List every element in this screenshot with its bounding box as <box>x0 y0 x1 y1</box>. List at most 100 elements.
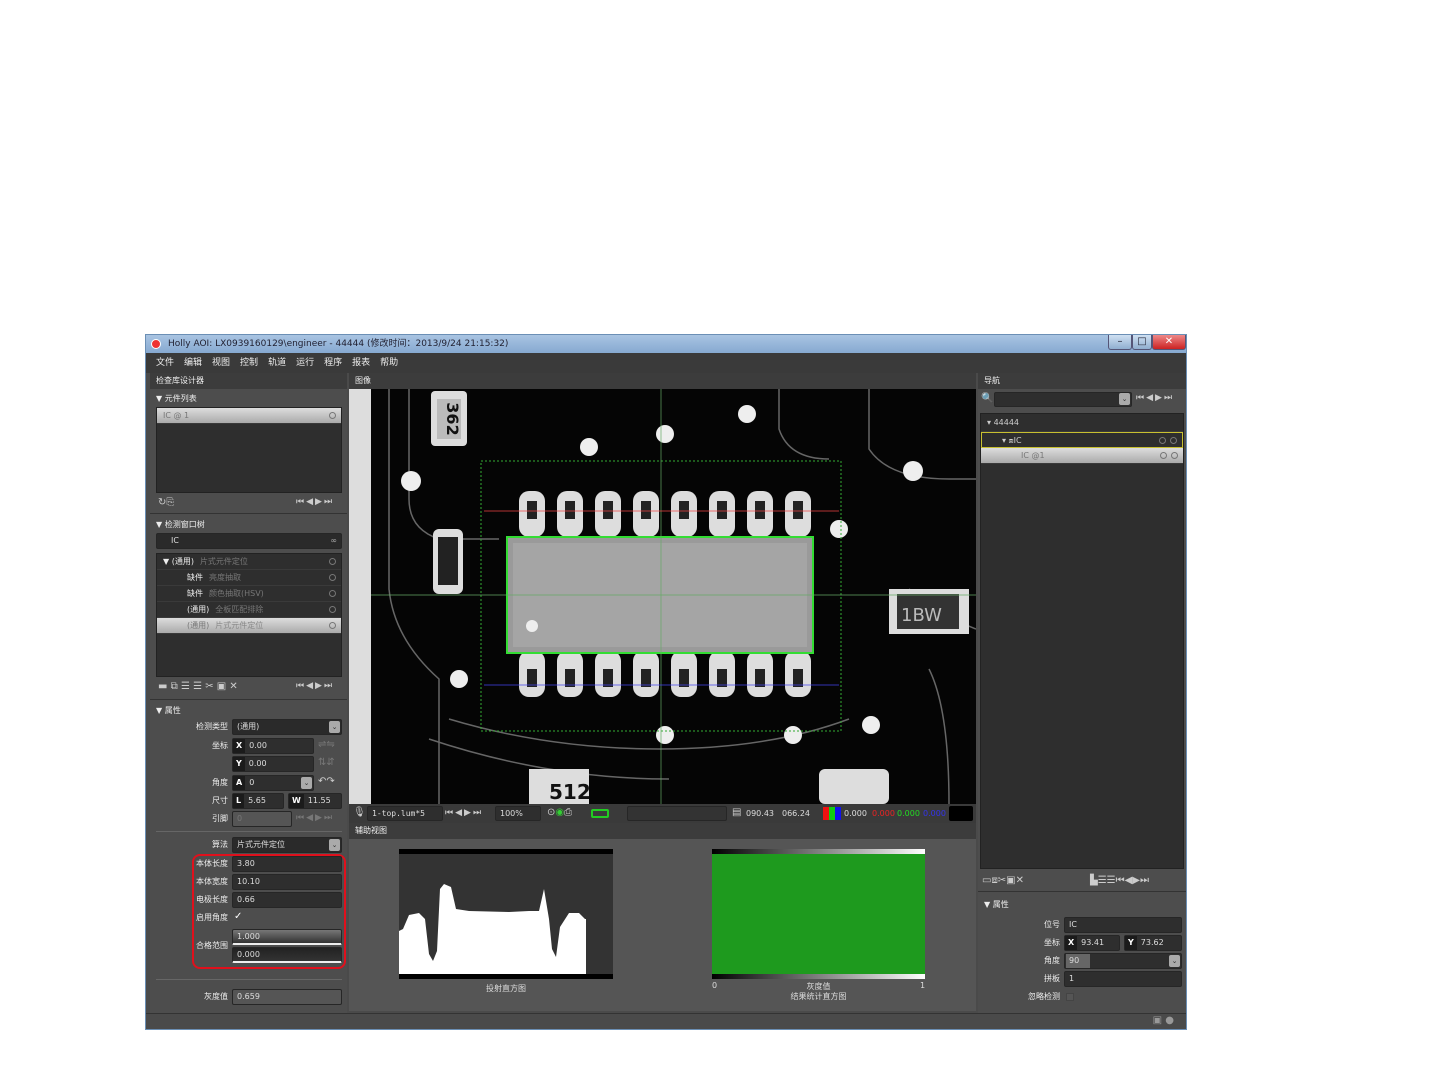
projection-histogram <box>399 849 613 979</box>
status-icons[interactable]: ▣ ● <box>1153 1015 1174 1027</box>
nav-edit-toolbar[interactable]: ▭⧈✂▣✕ <box>982 875 1024 887</box>
maximize-button[interactable]: □ <box>1132 335 1152 350</box>
align-icon: ⇌⇋ <box>318 739 335 750</box>
tree-item-selected[interactable]: (通用) 片式元件定位 <box>157 618 341 634</box>
tree-item[interactable]: 缺件 颜色抽取(HSV) <box>157 586 341 602</box>
search-icon: 🔍 <box>981 393 994 404</box>
pin-field[interactable]: 0 <box>232 811 292 827</box>
pixel-gray: 0.000 <box>844 809 867 818</box>
aux-view-header: 辅助视图 <box>349 823 976 839</box>
panel-field[interactable]: 1 <box>1064 971 1182 987</box>
rotate-icons[interactable]: ↶↷ <box>318 776 335 788</box>
link-icon: ∞ <box>330 536 337 545</box>
electrode-length-field[interactable]: 0.66 <box>232 892 342 908</box>
menu-run[interactable]: 运行 <box>296 353 314 373</box>
minimize-button[interactable]: – <box>1108 335 1132 350</box>
range-max-slider[interactable]: 1.000 <box>232 929 342 945</box>
menu-program[interactable]: 程序 <box>324 353 342 373</box>
gray-field: 0.659 <box>232 989 342 1005</box>
y-field[interactable]: Y 0.00 <box>232 756 314 772</box>
algorithm-label: 算法 <box>212 840 228 849</box>
body-length-label: 本体长度 <box>196 859 228 868</box>
ignore-label: 忽略检测 <box>1028 992 1060 1001</box>
ignore-checkbox[interactable] <box>1066 993 1074 1001</box>
x-field[interactable]: X 0.00 <box>232 738 314 754</box>
menu-file[interactable]: 文件 <box>156 353 174 373</box>
enable-angle-label: 启用角度 <box>196 913 228 922</box>
frame-nav-buttons[interactable]: ⏮◀▶⏭ <box>445 804 483 823</box>
color-swatch <box>949 806 973 821</box>
navigation-panel: 导航 🔍 ⌄ ⏮◀▶⏭ ▾ 44444 ▾ ⧈IC IC @1 ▭⧈✂▣✕ ▙☰… <box>978 373 1186 1013</box>
enable-angle-checkbox[interactable]: ✓ <box>234 911 242 922</box>
list-nav-buttons[interactable]: ⏮◀▶⏭ <box>296 497 334 507</box>
image-toolbar: 🎙 1-top.lum*5 ⏮◀▶⏭ 100% ⊙◉⎙ ▤ 090.43 066… <box>349 804 976 823</box>
menu-edit[interactable]: 编辑 <box>184 353 202 373</box>
right-angle-label: 角度 <box>1044 956 1060 965</box>
menu-track[interactable]: 轨道 <box>268 353 286 373</box>
type-select[interactable]: (通用) ⌄ <box>232 719 342 735</box>
aux-view-panel: 辅助视图 投射直方图 0 1 灰度值 结果统计直方图 <box>349 823 976 1011</box>
ref-field[interactable]: IC <box>1064 917 1182 933</box>
microphone-icon[interactable]: 🎙 <box>353 807 366 819</box>
width-field[interactable]: W 11.55 <box>288 793 342 809</box>
app-window: Holly AOI: LX0939160129\engineer - 44444… <box>145 334 1187 1030</box>
tree-root[interactable]: ▾ 44444 <box>981 414 1183 432</box>
cursor-x: 090.43 <box>746 809 774 818</box>
list-item[interactable]: IC @ 1 <box>157 408 341 424</box>
window-tree-title[interactable]: ▼ 检测窗口树 <box>156 519 205 530</box>
coord-label: 坐标 <box>212 741 228 750</box>
electrode-length-label: 电极长度 <box>196 895 228 904</box>
detection-window-tree: ▼ (通用) 片式元件定位 缺件 亮度抽取 缺件 颜色抽取(HSV) (通用) 全板匹配… <box>156 553 342 677</box>
menu-control[interactable]: 控制 <box>240 353 258 373</box>
component-list-title[interactable]: ▼ 元件列表 <box>156 393 197 404</box>
tree-node-ic[interactable]: ▾ ⧈IC <box>981 432 1183 448</box>
window-tree-selected[interactable]: IC ∞ <box>156 533 342 549</box>
nav-list-toolbar[interactable]: ▙☰☰⏮◀▶⏭ <box>1090 875 1149 887</box>
right-angle-select[interactable]: 90 ⌄ <box>1064 953 1182 969</box>
right-x-field[interactable]: X 93.41 <box>1064 935 1120 951</box>
tree-node-ic-1[interactable]: IC @1 <box>981 448 1183 464</box>
menu-help[interactable]: 帮助 <box>380 353 398 373</box>
pcb-image-view[interactable]: 362 1BW 512 <box>349 389 976 804</box>
pin-nav-buttons[interactable]: ⏮◀▶⏭ <box>296 813 334 823</box>
tree-item[interactable]: 缺件 亮度抽取 <box>157 570 341 586</box>
body-width-label: 本体宽度 <box>196 877 228 886</box>
right-properties-title[interactable]: ▼ 属性 <box>984 899 1009 910</box>
component-list: IC @ 1 <box>156 407 342 493</box>
projection-histogram-title: 投射直方图 <box>486 984 526 993</box>
close-button[interactable]: ✕ <box>1152 335 1186 350</box>
tree-edit-toolbar[interactable]: ▬ ⧉ ☰ ☰ ✂ ▣ ✕ <box>158 681 238 693</box>
ref-label: 位号 <box>1044 920 1060 929</box>
menu-view[interactable]: 视图 <box>212 353 230 373</box>
menu-bar: 文件 编辑 视图 控制 轨道 运行 程序 报表 帮助 <box>146 353 1186 373</box>
length-field[interactable]: L 5.65 <box>232 793 284 809</box>
pass-range-label: 合格范围 <box>196 941 228 950</box>
tree-item[interactable]: ▼ (通用) 片式元件定位 <box>157 554 341 570</box>
angle-field[interactable]: A 0 ⌄ <box>232 775 314 791</box>
properties-title[interactable]: ▼ 属性 <box>156 705 181 716</box>
view-mode-icons[interactable]: ⊙◉⎙ <box>547 807 572 819</box>
tree-nav-buttons[interactable]: ⏮◀▶⏭ <box>296 681 334 691</box>
status-bar: ▣ ● <box>146 1013 1186 1029</box>
title-bar: Holly AOI: LX0939160129\engineer - 44444… <box>146 335 1186 353</box>
menu-report[interactable]: 报表 <box>352 353 370 373</box>
result-histogram <box>712 849 925 979</box>
frame-color-select[interactable] <box>591 809 609 818</box>
layer-select[interactable]: 1-top.lum*5 <box>367 806 443 821</box>
tree-item[interactable]: (通用) 全板匹配排除 <box>157 602 341 618</box>
body-length-field[interactable]: 3.80 <box>232 856 342 872</box>
zoom-select[interactable]: 100% <box>495 806 541 821</box>
algorithm-select[interactable]: 片式元件定位 ⌄ <box>232 837 342 853</box>
pixel-b: 0.000 <box>923 809 946 818</box>
angle-label: 角度 <box>212 778 228 787</box>
nav-buttons[interactable]: ⏮◀▶⏭ <box>1136 393 1174 403</box>
chip-label: 1BW <box>901 605 942 626</box>
right-y-field[interactable]: Y 73.62 <box>1124 935 1182 951</box>
pixel-r: 0.000 <box>872 809 895 818</box>
refresh-icon[interactable]: ↻⎘ <box>158 497 174 509</box>
range-min-slider[interactable]: 0.000 <box>232 947 342 963</box>
nav-search-input[interactable]: ⌄ <box>994 392 1132 407</box>
library-designer-panel: 检查库设计器 ▼ 元件列表 IC @ 1 ↻⎘ ⏮◀▶⏭ ▼ 检测窗口树 IC ∞… <box>150 373 347 1013</box>
pin-label: 引脚 <box>212 814 228 823</box>
body-width-field[interactable]: 10.10 <box>232 874 342 890</box>
